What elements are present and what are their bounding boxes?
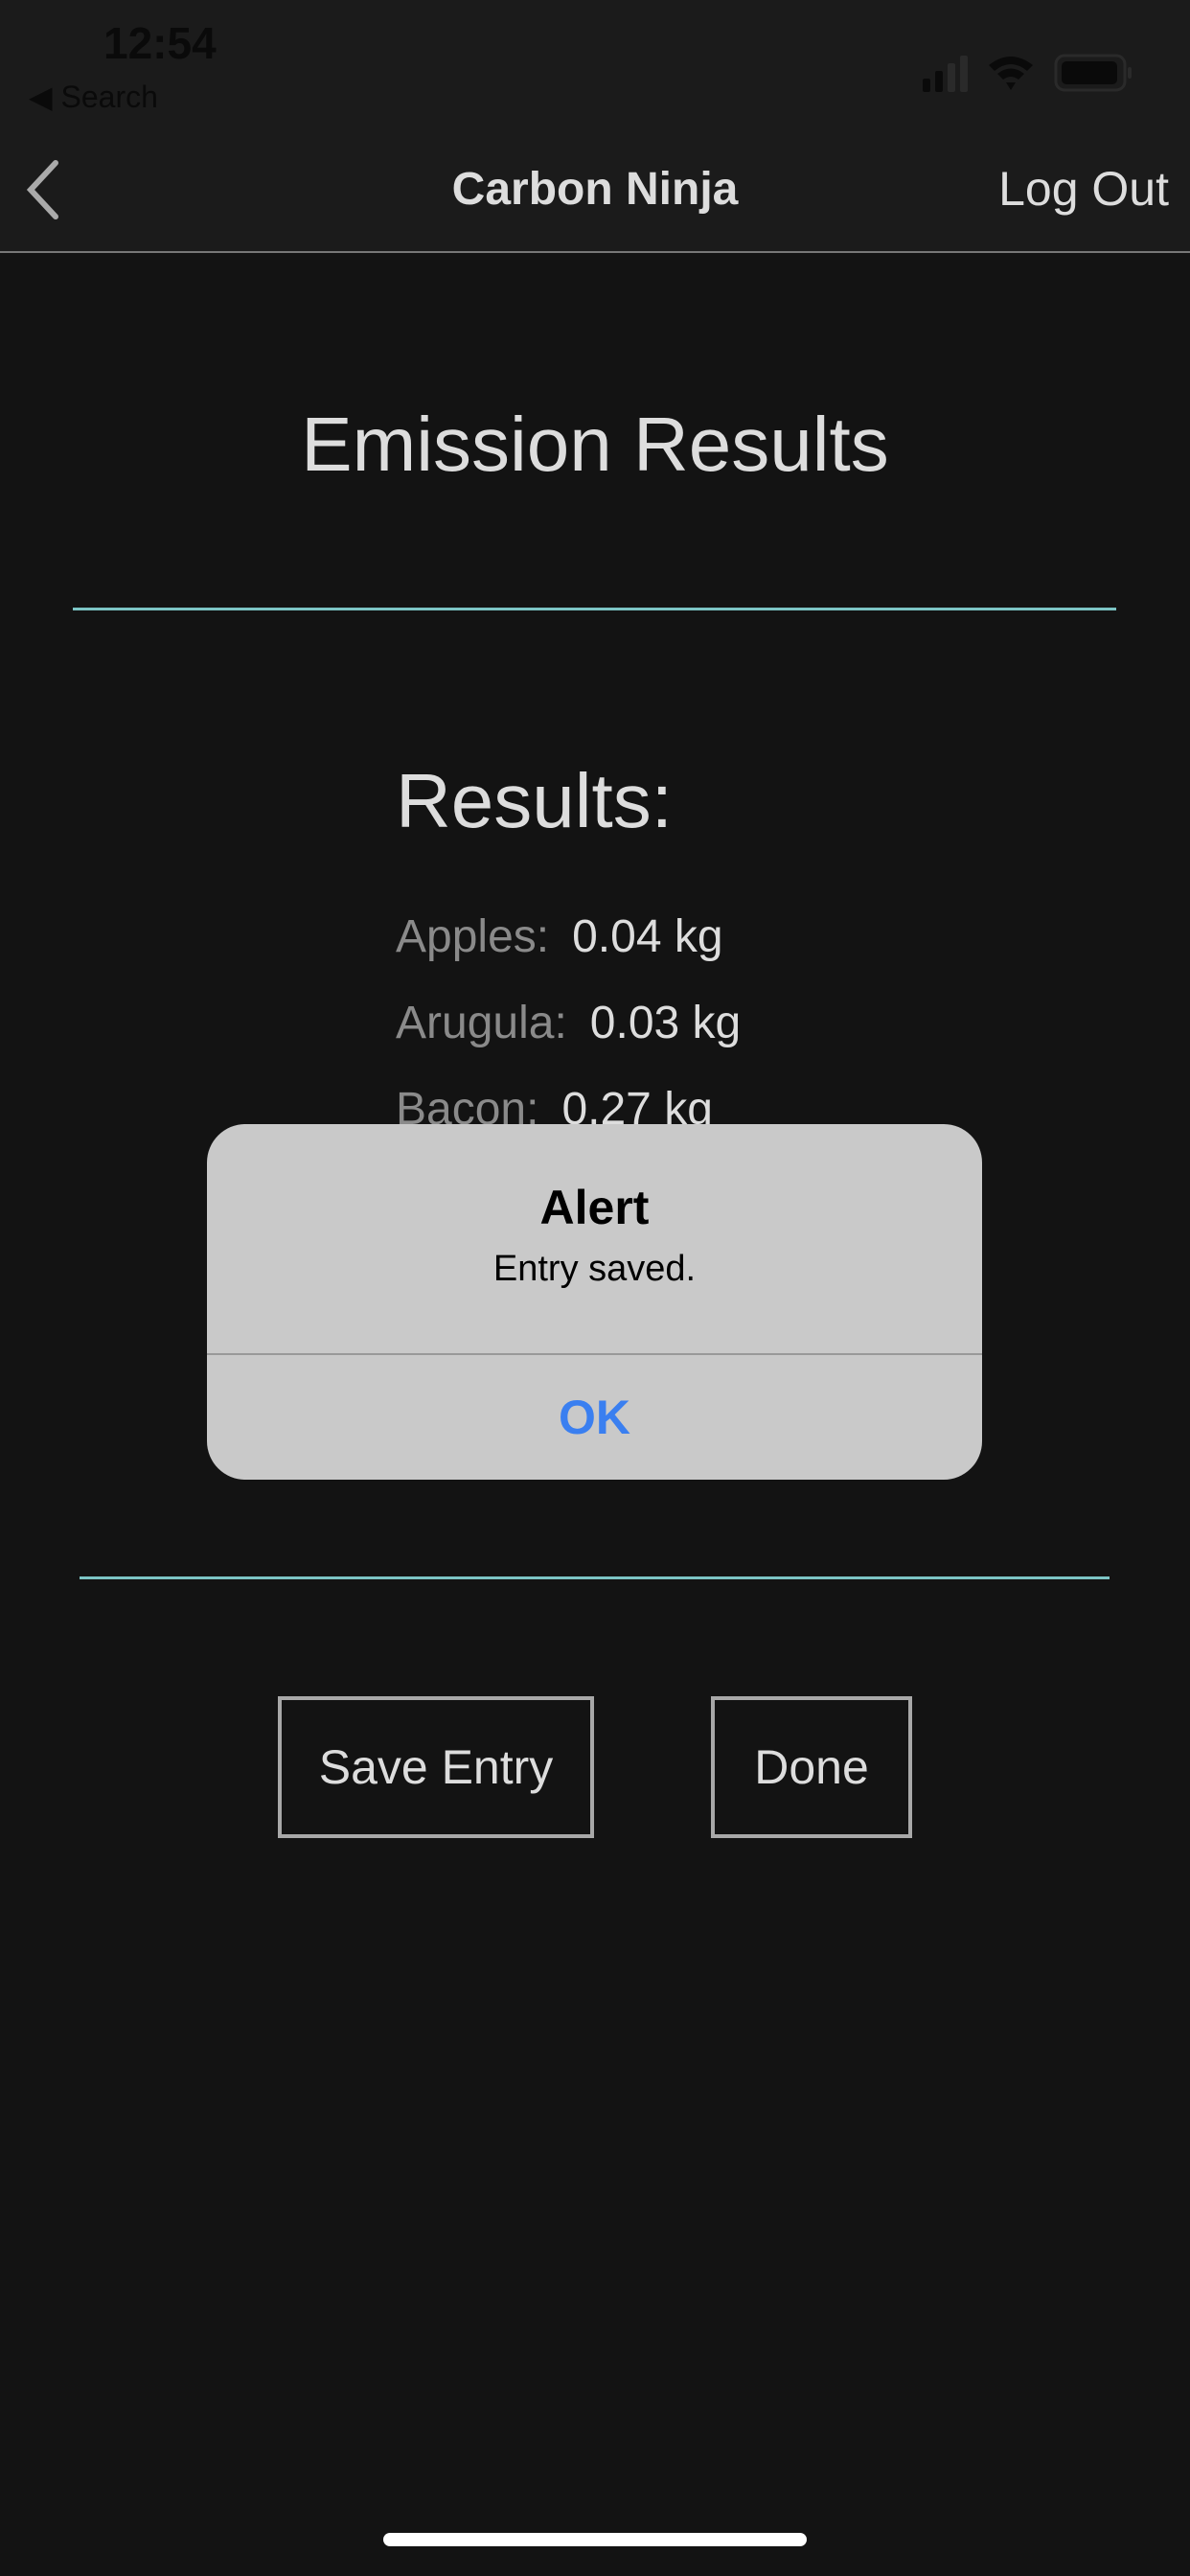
alert-dialog: Alert Entry saved. OK (207, 1124, 982, 1480)
battery-icon (1054, 54, 1132, 92)
result-label: Arugula: (396, 998, 567, 1048)
done-button[interactable]: Done (711, 1696, 912, 1838)
result-row: Arugula: 0.03 kg (396, 997, 741, 1049)
back-app-label: Search (60, 80, 158, 114)
page-title: Emission Results (301, 402, 889, 487)
alert-ok-button[interactable]: OK (207, 1355, 982, 1480)
result-value: 0.04 kg (572, 911, 723, 962)
nav-bar: Carbon Ninja Log Out (0, 134, 1190, 253)
result-value: 0.03 kg (589, 998, 742, 1048)
signal-icon (923, 56, 968, 92)
results-title: Results: (396, 758, 673, 843)
result-label: Apples: (396, 911, 550, 962)
back-to-search-link[interactable]: ◀ Search (29, 79, 158, 115)
status-bar: 12:54 ◀ Search (0, 0, 1190, 134)
status-icons (923, 54, 1132, 92)
bottom-divider (80, 1576, 1110, 1579)
status-time: 12:54 (103, 18, 217, 68)
top-divider (73, 608, 1116, 610)
alert-message: Entry saved. (492, 1249, 697, 1289)
result-row: Apples: 0.04 kg (396, 910, 723, 963)
save-entry-button[interactable]: Save Entry (278, 1696, 594, 1838)
alert-title: Alert (539, 1181, 650, 1234)
wifi-icon (989, 57, 1033, 90)
home-indicator[interactable] (383, 2533, 807, 2546)
log-out-button[interactable]: Log Out (998, 161, 1169, 217)
